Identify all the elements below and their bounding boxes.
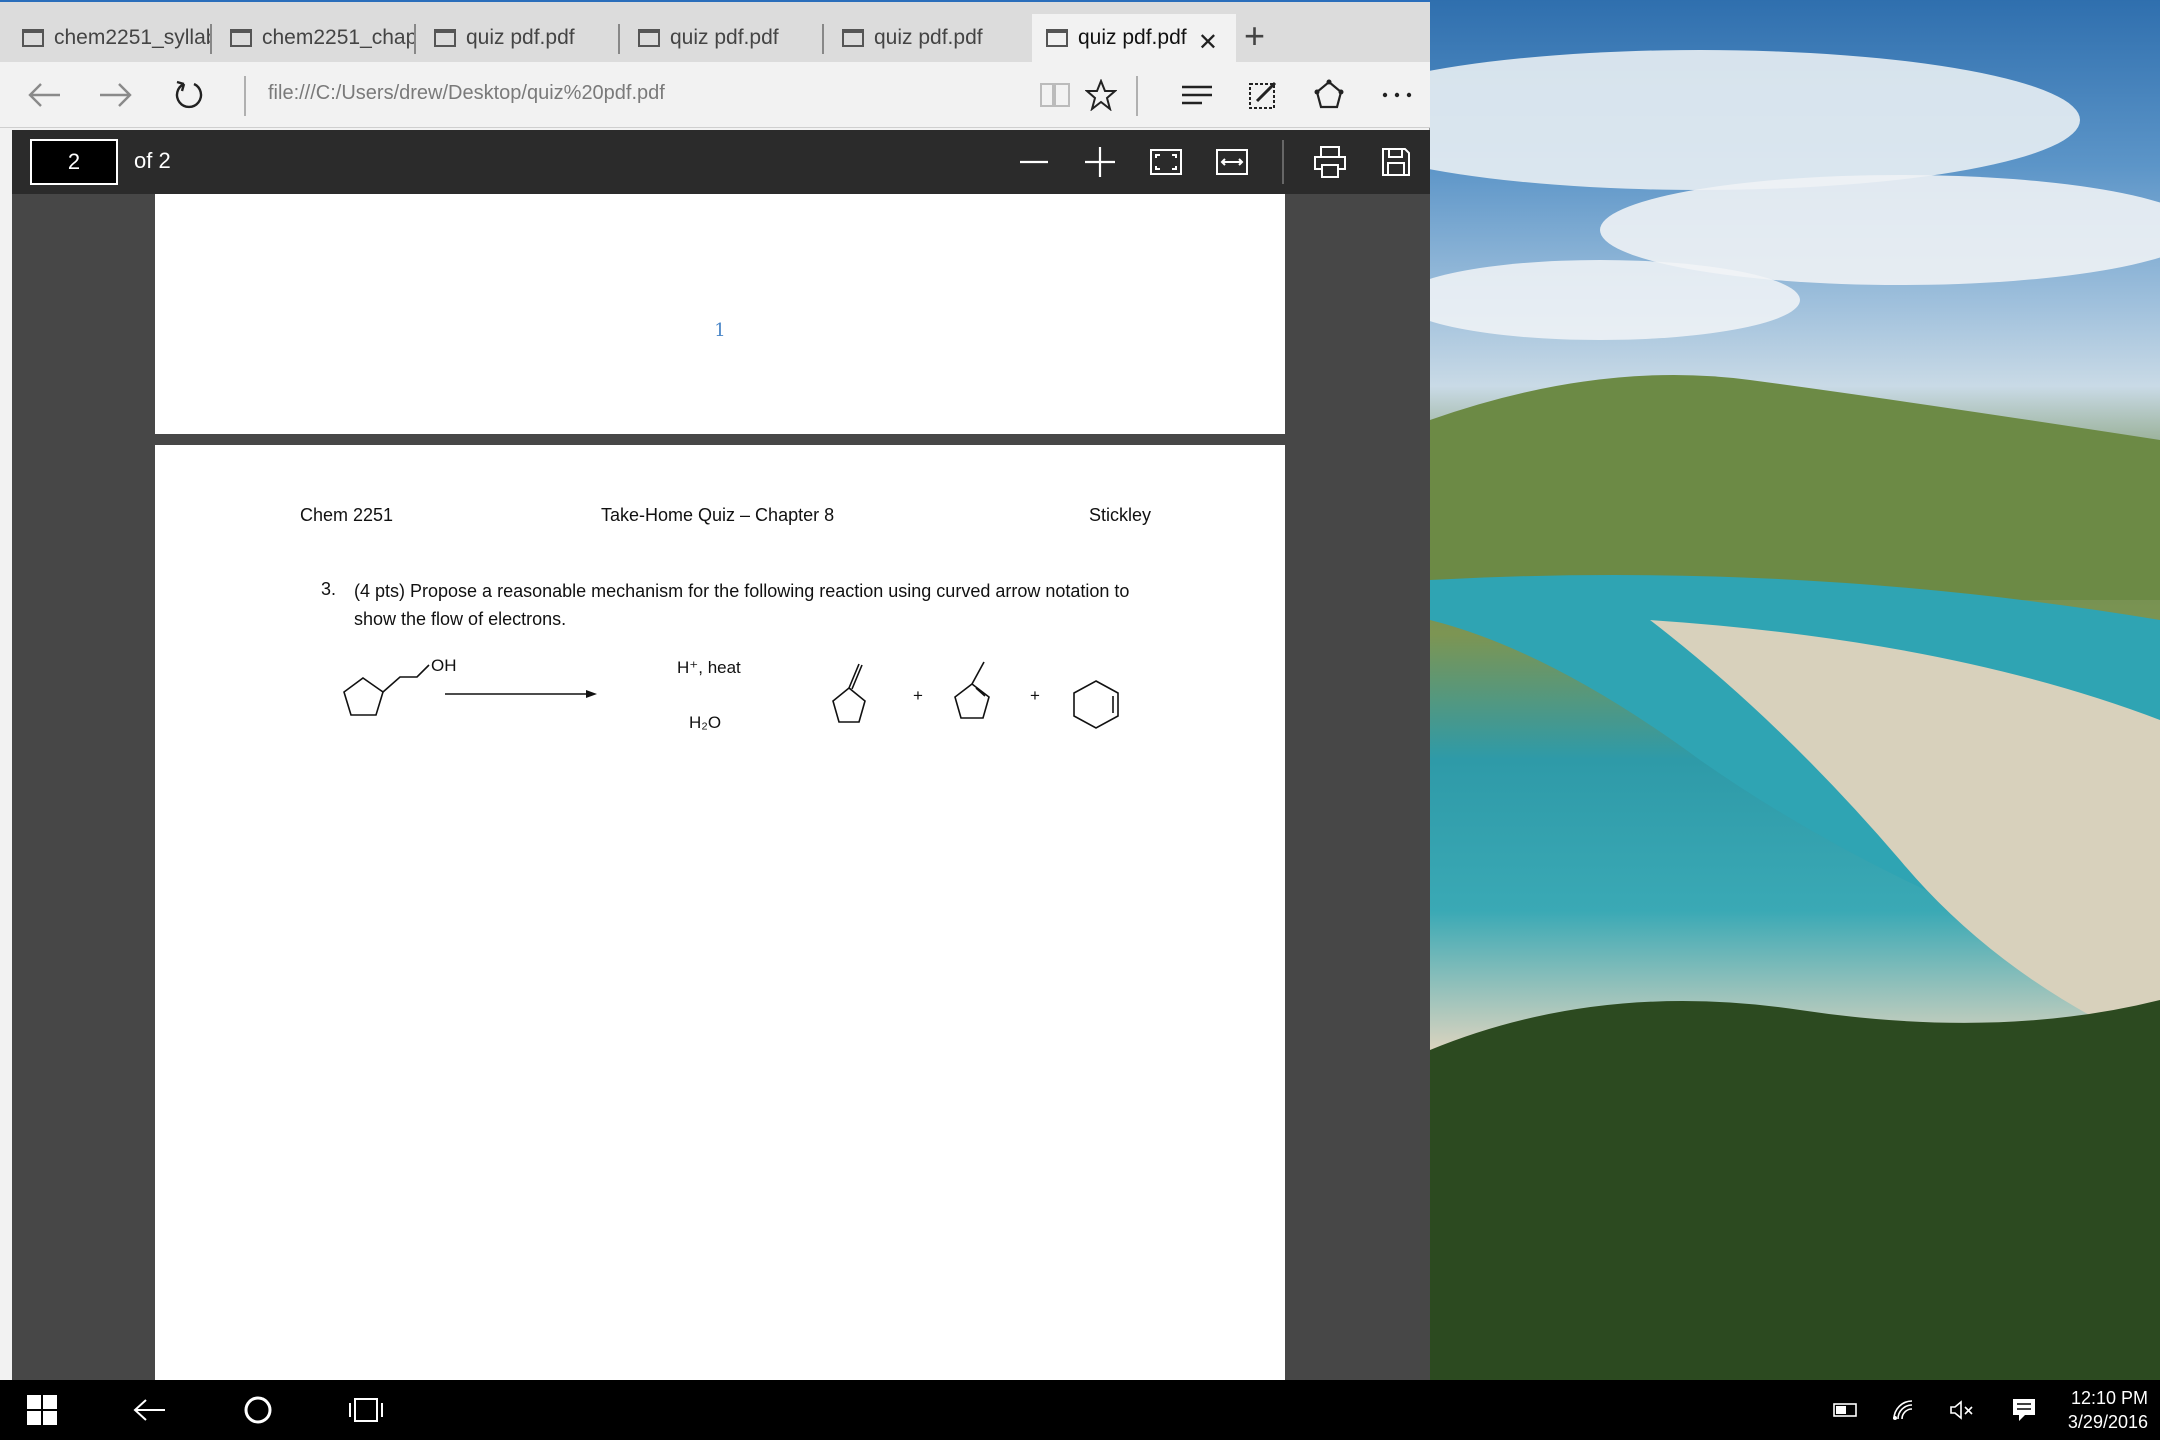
action-center-icon[interactable] — [2002, 1380, 2046, 1440]
tab-2[interactable]: quiz pdf.pdf — [420, 14, 620, 62]
battery-icon[interactable] — [1826, 1380, 1866, 1440]
tab-label: chem2251_syllab — [54, 26, 212, 49]
wifi-icon[interactable] — [1884, 1380, 1924, 1440]
web-note-icon[interactable] — [1240, 72, 1286, 118]
pdf-document-area[interactable]: 1 Chem 2251 Take-Home Quiz – Chapter 8 S… — [12, 194, 1430, 1380]
plus-sign: + — [1030, 686, 1040, 705]
fit-page-icon[interactable] — [1144, 140, 1188, 184]
reaction-conditions-top: H⁺, heat — [677, 658, 741, 677]
reaction-conditions-bottom: H₂O — [689, 713, 721, 732]
toolbar-separator — [1136, 76, 1138, 116]
tab-label: quiz pdf.pdf — [670, 26, 779, 49]
product-cyclohexene — [1073, 680, 1119, 729]
page-count-label: of 2 — [134, 148, 171, 173]
clock-time: 12:10 PM — [2070, 1388, 2148, 1408]
forward-arrow-icon[interactable] — [92, 72, 138, 118]
clock-date: 3/29/2016 — [2067, 1412, 2148, 1432]
tab-page-icon — [22, 29, 44, 47]
header-title: Take-Home Quiz – Chapter 8 — [601, 505, 835, 525]
star-icon[interactable] — [1078, 72, 1124, 118]
tab-separator — [210, 24, 212, 54]
reactant-oh-label: OH — [431, 656, 457, 675]
product-methylenecyclopentane — [832, 663, 866, 723]
share-icon[interactable] — [1306, 72, 1352, 118]
pdf-page-2: Chem 2251 Take-Home Quiz – Chapter 8 Sti… — [155, 445, 1285, 1380]
tab-page-icon — [434, 29, 456, 47]
address-input[interactable]: file:///C:/Users/drew/Desktop/quiz%20pdf… — [268, 82, 665, 105]
tab-label: quiz pdf.pdf — [466, 26, 575, 49]
tab-0[interactable]: chem2251_syllab — [8, 14, 212, 62]
tab-bar: chem2251_syllab chem2251_chapt quiz pdf.… — [0, 0, 1430, 62]
system-clock[interactable]: 12:10 PM 3/29/2016 — [2068, 1386, 2148, 1434]
header-author: Stickley — [1089, 505, 1152, 525]
browser-window: chem2251_syllab chem2251_chapt quiz pdf.… — [0, 0, 1430, 1380]
pdf-page-1: 1 — [155, 194, 1285, 434]
zoom-out-icon[interactable] — [1012, 140, 1056, 184]
fit-width-icon[interactable] — [1210, 140, 1254, 184]
reactant-structure — [343, 664, 430, 716]
tab-separator — [414, 24, 416, 54]
taskbar: 12:10 PM 3/29/2016 — [0, 1380, 2160, 1440]
tab-separator — [822, 24, 824, 54]
pdf-toolbar: 2 of 2 — [12, 130, 1430, 194]
plus-sign: + — [913, 686, 923, 705]
volume-muted-icon[interactable] — [1942, 1380, 1982, 1440]
tab-page-icon — [230, 29, 252, 47]
windows-start-icon[interactable] — [16, 1380, 68, 1440]
tab-page-icon — [1046, 29, 1068, 47]
tab-label: quiz pdf.pdf — [874, 26, 983, 49]
tab-4[interactable]: quiz pdf.pdf — [828, 14, 1028, 62]
taskbar-back-icon[interactable] — [124, 1380, 176, 1440]
page-footer-number: 1 — [714, 320, 726, 341]
cortana-icon[interactable] — [232, 1380, 284, 1440]
tab-page-icon — [638, 29, 660, 47]
back-arrow-icon[interactable] — [22, 72, 68, 118]
tab-separator — [618, 24, 620, 54]
refresh-icon[interactable] — [166, 72, 212, 118]
pdf-toolbar-separator — [1282, 140, 1284, 184]
navigation-bar: file:///C:/Users/drew/Desktop/quiz%20pdf… — [0, 62, 1430, 128]
address-separator — [244, 76, 246, 116]
tab-page-icon — [842, 29, 864, 47]
more-icon[interactable] — [1374, 72, 1420, 118]
tab-1[interactable]: chem2251_chapt — [216, 14, 416, 62]
tab-5-active[interactable]: quiz pdf.pdf ✕ — [1032, 14, 1236, 62]
reaction-scheme: OH H⁺, heat H₂O + + — [343, 656, 1119, 732]
page-number-input[interactable]: 2 — [30, 139, 118, 185]
print-icon[interactable] — [1308, 140, 1352, 184]
product-methylcyclopentene — [954, 661, 990, 719]
tab-label: quiz pdf.pdf — [1078, 26, 1187, 49]
question-number: 3. — [321, 579, 337, 599]
book-icon[interactable] — [1032, 72, 1078, 118]
zoom-in-icon[interactable] — [1078, 140, 1122, 184]
hub-icon[interactable] — [1174, 72, 1220, 118]
task-view-icon[interactable] — [340, 1380, 392, 1440]
save-icon[interactable] — [1374, 140, 1418, 184]
tab-label: chem2251_chapt — [262, 26, 416, 49]
close-tab-icon[interactable]: ✕ — [1198, 28, 1218, 57]
question-text: (4 pts) Propose a reasonable mechanism f… — [354, 581, 1130, 629]
new-tab-button[interactable]: + — [1244, 16, 1265, 56]
reaction-arrow — [445, 690, 597, 698]
header-course: Chem 2251 — [300, 505, 394, 525]
tab-3[interactable]: quiz pdf.pdf — [624, 14, 824, 62]
